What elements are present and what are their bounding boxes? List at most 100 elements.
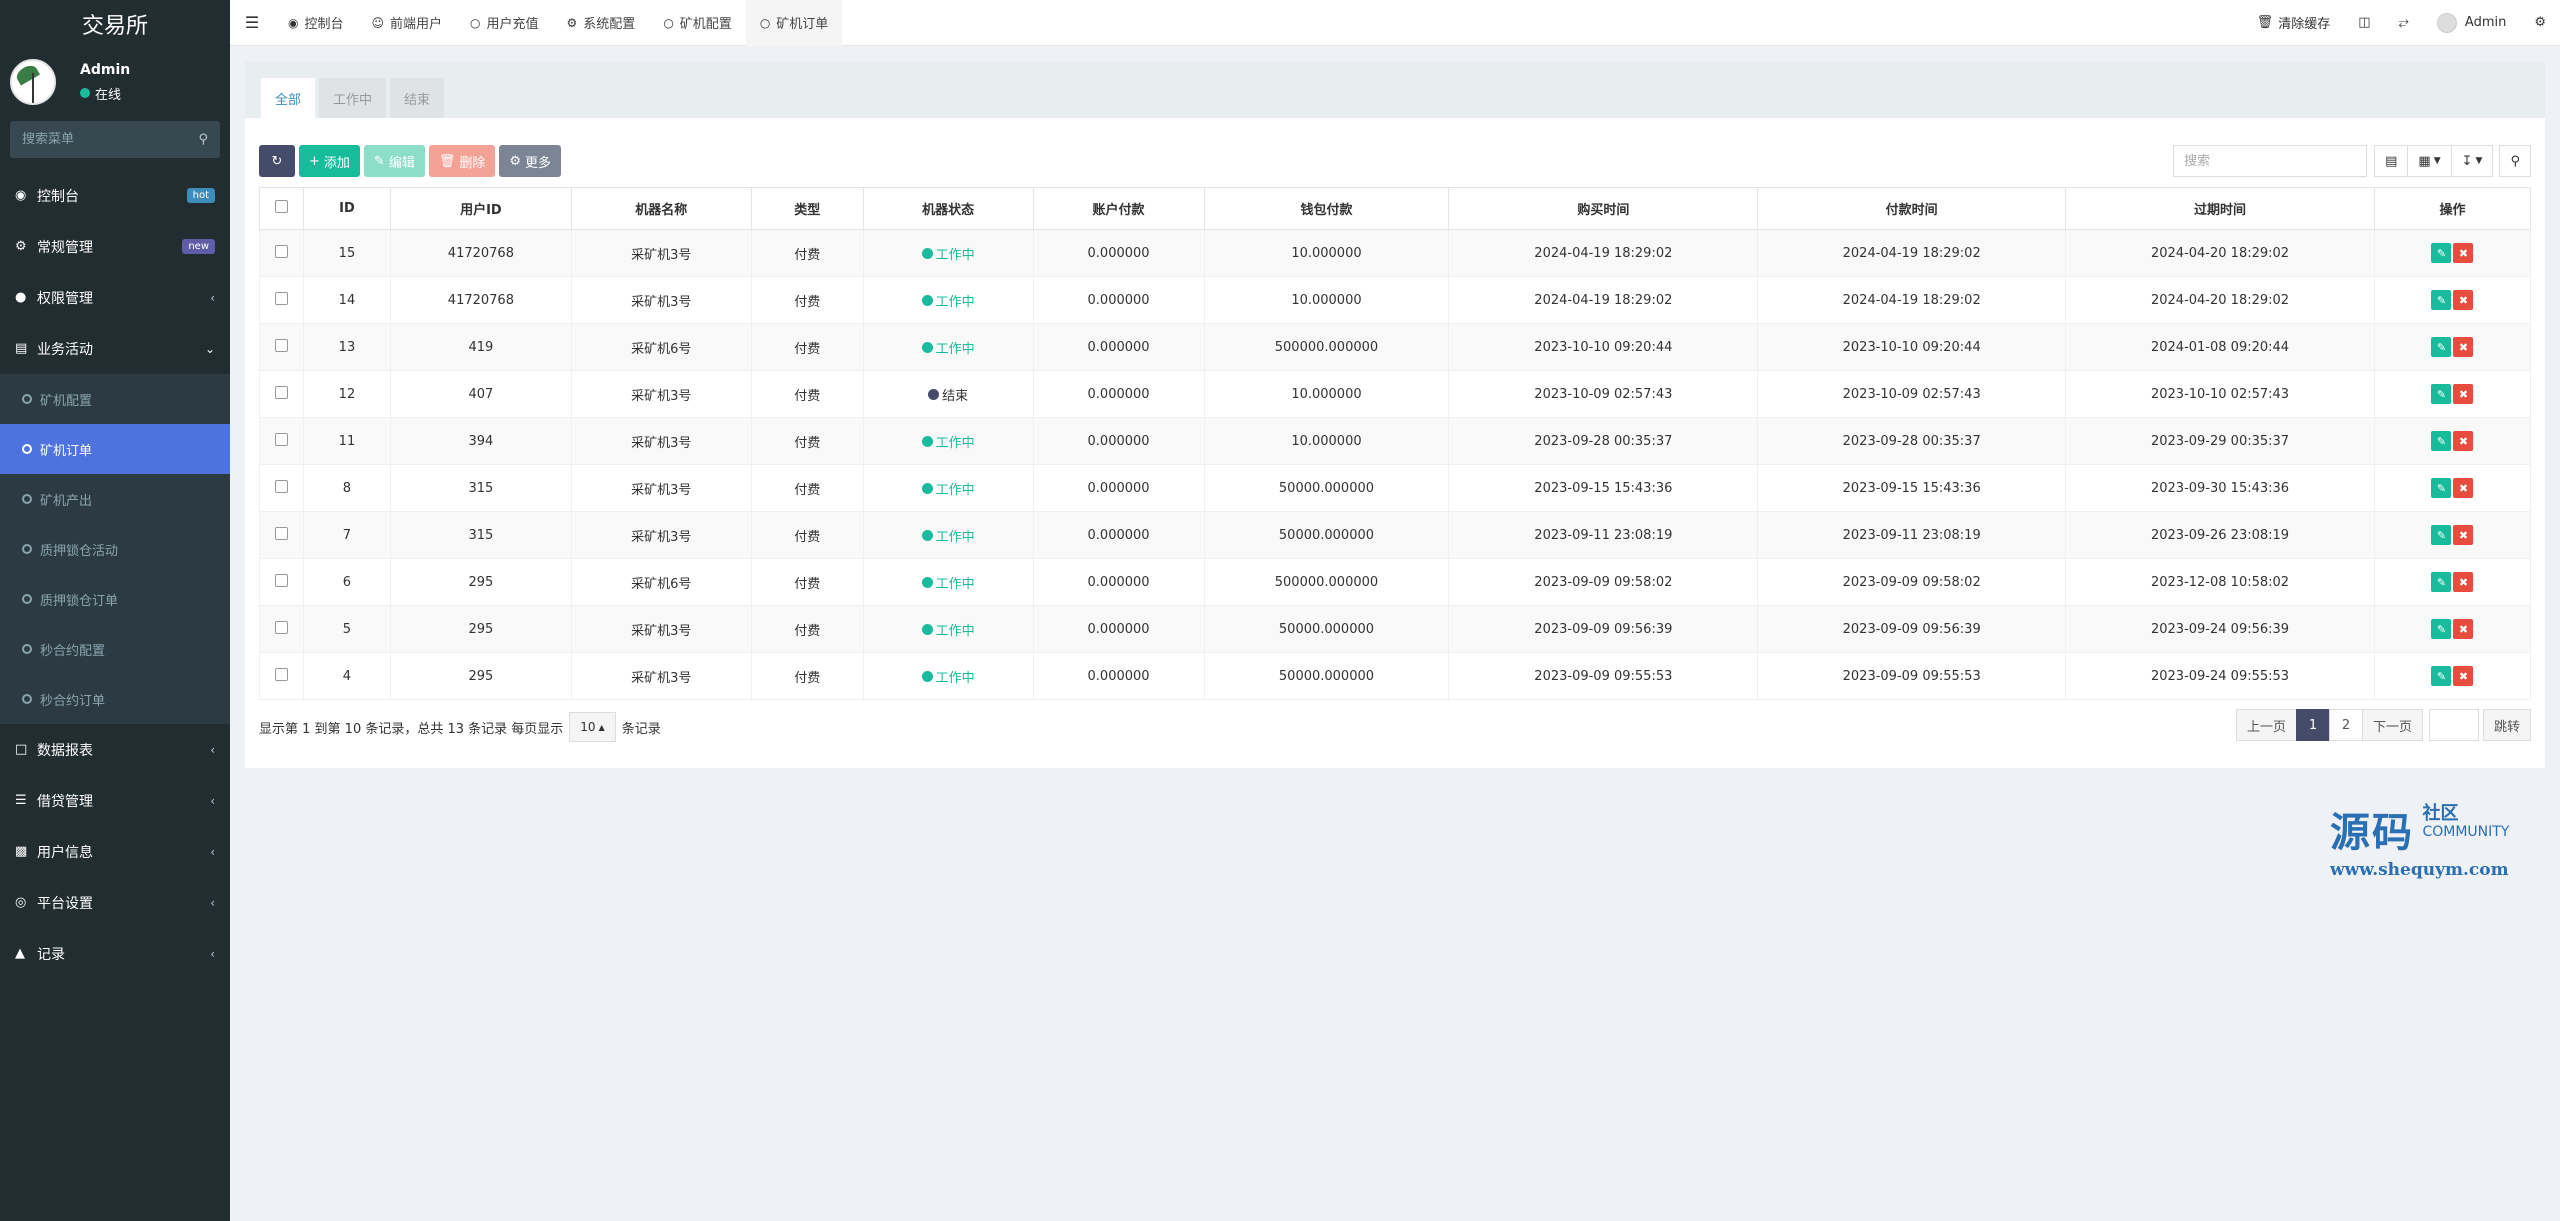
sidebar-sub-contract-orders[interactable]: 秒合约订单 <box>0 674 230 724</box>
sidebar-item-permissions[interactable]: ● 权限管理 ‹ <box>0 272 230 323</box>
row-edit-button[interactable]: ✎ <box>2431 478 2452 498</box>
table-row[interactable]: 12 407 采矿机3号 付费 结束 0.000000 10.000000 2023-10-0… <box>259 370 2532 418</box>
status-badge[interactable]: 结束 <box>928 385 968 404</box>
status-badge[interactable]: 工作中 <box>921 479 975 498</box>
row-checkbox[interactable] <box>274 338 288 352</box>
col-account-payment[interactable]: 账户付款 <box>1032 187 1205 230</box>
sidebar-item-dashboard[interactable]: ◉ 控制台 hot <box>0 170 230 221</box>
edit-button[interactable]: ✎ 编辑 <box>363 145 425 177</box>
row-edit-button[interactable]: ✎ <box>2431 431 2452 451</box>
row-delete-button[interactable]: ✖ <box>2453 384 2474 404</box>
row-edit-button[interactable]: ✎ <box>2431 290 2452 310</box>
sidebar-sub-miner-config[interactable]: 矿机配置 <box>0 374 230 424</box>
refresh-button[interactable]: ↻ <box>259 145 295 177</box>
row-delete-button[interactable]: ✖ <box>2453 525 2474 545</box>
col-user-id[interactable]: 用户ID <box>389 187 572 230</box>
table-row[interactable]: 4 295 采矿机3号 付费 工作中 0.000000 50000.000000 2023-0… <box>259 652 2532 700</box>
row-checkbox[interactable] <box>274 291 288 305</box>
status-badge[interactable]: 工作中 <box>921 291 975 310</box>
row-delete-button[interactable]: ✖ <box>2453 243 2474 263</box>
sidebar-item-loans[interactable]: ☰ 借贷管理 ‹ <box>0 775 230 826</box>
sidebar-sub-staking-orders[interactable]: 质押锁仓订单 <box>0 574 230 624</box>
row-checkbox[interactable] <box>274 620 288 634</box>
table-row[interactable]: 8 315 采矿机3号 付费 工作中 0.000000 50000.000000 2023-0… <box>259 464 2532 512</box>
col-machine-name[interactable]: 机器名称 <box>570 187 752 230</box>
sidebar-item-platform-settings[interactable]: ◎ 平台设置 ‹ <box>0 877 230 928</box>
row-checkbox[interactable] <box>274 244 288 258</box>
admin-menu[interactable]: Admin <box>2423 12 2520 33</box>
row-edit-button[interactable]: ✎ <box>2431 666 2452 686</box>
tab-frontend-users[interactable]: ☺ 前端用户 <box>358 0 457 46</box>
sidebar-sub-contract-config[interactable]: 秒合约配置 <box>0 624 230 674</box>
sidebar-sub-miner-orders[interactable]: 矿机订单 <box>0 424 230 474</box>
col-payment-time[interactable]: 付款时间 <box>1757 187 2067 230</box>
tab-miner-config[interactable]: ○ 矿机配置 <box>649 0 746 46</box>
sidebar-item-general[interactable]: ⚙ 常规管理 new <box>0 221 230 272</box>
row-checkbox[interactable] <box>274 432 288 446</box>
translate-icon[interactable]: ◫ <box>2344 15 2384 30</box>
menu-toggle-icon[interactable]: ☰ <box>230 13 274 32</box>
col-wallet-payment[interactable]: 钱包付款 <box>1203 187 1450 230</box>
export-button[interactable]: ↧ ▼ <box>2450 145 2494 177</box>
table-row[interactable]: 7 315 采矿机3号 付费 工作中 0.000000 50000.000000 2023-0… <box>259 511 2532 559</box>
row-edit-button[interactable]: ✎ <box>2431 572 2452 592</box>
table-row[interactable]: 13 419 采矿机6号 付费 工作中 0.000000 500000.000000 2023… <box>259 323 2532 371</box>
prev-page-button[interactable]: 上一页 <box>2235 709 2297 741</box>
row-delete-button[interactable]: ✖ <box>2453 478 2474 498</box>
col-id[interactable]: ID <box>302 187 391 230</box>
page-2-button[interactable]: 2 <box>2328 709 2363 741</box>
page-1-button[interactable]: 1 <box>2295 709 2330 741</box>
sidebar-item-records[interactable]: ▲ 记录 ‹ <box>0 928 230 979</box>
status-badge[interactable]: 工作中 <box>921 244 975 263</box>
row-delete-button[interactable]: ✖ <box>2453 666 2474 686</box>
row-checkbox[interactable] <box>274 667 288 681</box>
status-badge[interactable]: 工作中 <box>921 338 975 357</box>
table-row[interactable]: 14 41720768 采矿机3号 付费 工作中 0.000000 10.000000 202… <box>259 276 2532 324</box>
row-checkbox[interactable] <box>274 573 288 587</box>
columns-button[interactable]: ▦ ▼ <box>2407 145 2452 177</box>
tab-user-recharge[interactable]: ○ 用户充值 <box>456 0 553 46</box>
table-row[interactable]: 11 394 采矿机3号 付费 工作中 0.000000 10.000000 2023-09-… <box>259 417 2532 465</box>
row-checkbox[interactable] <box>274 479 288 493</box>
sidebar-sub-staking-activity[interactable]: 质押锁仓活动 <box>0 524 230 574</box>
search-icon[interactable]: ⚲ <box>198 132 208 147</box>
select-all-checkbox[interactable] <box>274 200 288 213</box>
table-row[interactable]: 6 295 采矿机6号 付费 工作中 0.000000 500000.000000 2023-… <box>259 558 2532 606</box>
sidebar-search-input[interactable] <box>22 132 172 147</box>
sidebar-item-user-info[interactable]: ▩ 用户信息 ‹ <box>0 826 230 877</box>
col-type[interactable]: 类型 <box>750 187 864 230</box>
status-badge[interactable]: 工作中 <box>921 432 975 451</box>
table-row[interactable]: 15 41720768 采矿机3号 付费 工作中 0.000000 10.000000 202… <box>259 229 2532 277</box>
col-machine-status[interactable]: 机器状态 <box>862 187 1034 230</box>
clear-cache-button[interactable]: 🗑 清除缓存 <box>2243 13 2345 32</box>
row-delete-button[interactable]: ✖ <box>2453 572 2474 592</box>
app-brand[interactable]: 交易所 <box>0 0 230 47</box>
row-edit-button[interactable]: ✎ <box>2431 619 2452 639</box>
settings-gear-icon[interactable]: ⚙ <box>2520 15 2560 30</box>
tab-miner-orders[interactable]: ○ 矿机订单 <box>745 0 843 46</box>
row-checkbox[interactable] <box>274 526 288 540</box>
toggle-view-button[interactable]: ▤ <box>2374 145 2409 177</box>
tab-working[interactable]: 工作中 <box>319 78 387 118</box>
row-delete-button[interactable]: ✖ <box>2453 619 2474 639</box>
row-checkbox[interactable] <box>274 385 288 399</box>
status-badge[interactable]: 工作中 <box>921 667 975 686</box>
row-edit-button[interactable]: ✎ <box>2431 525 2452 545</box>
status-badge[interactable]: 工作中 <box>921 573 975 592</box>
table-row[interactable]: 5 295 采矿机3号 付费 工作中 0.000000 50000.000000 2023-0… <box>259 605 2532 653</box>
advanced-search-button[interactable]: ⚲ <box>2499 145 2531 177</box>
sidebar-item-reports[interactable]: □ 数据报表 ‹ <box>0 724 230 775</box>
row-edit-button[interactable]: ✎ <box>2431 384 2452 404</box>
row-delete-button[interactable]: ✖ <box>2453 290 2474 310</box>
add-button[interactable]: + 添加 <box>299 145 360 177</box>
more-button[interactable]: ⚙ 更多 <box>499 145 562 177</box>
col-purchase-time[interactable]: 购买时间 <box>1448 187 1759 230</box>
page-size-select[interactable]: 10 ▲ <box>569 712 616 742</box>
status-badge[interactable]: 工作中 <box>921 620 975 639</box>
tab-ended[interactable]: 结束 <box>390 78 445 118</box>
next-page-button[interactable]: 下一页 <box>2361 709 2423 741</box>
table-search-input[interactable] <box>2173 145 2368 177</box>
row-delete-button[interactable]: ✖ <box>2453 337 2474 357</box>
sidebar-sub-miner-output[interactable]: 矿机产出 <box>0 474 230 524</box>
tab-all[interactable]: 全部 <box>261 78 316 118</box>
